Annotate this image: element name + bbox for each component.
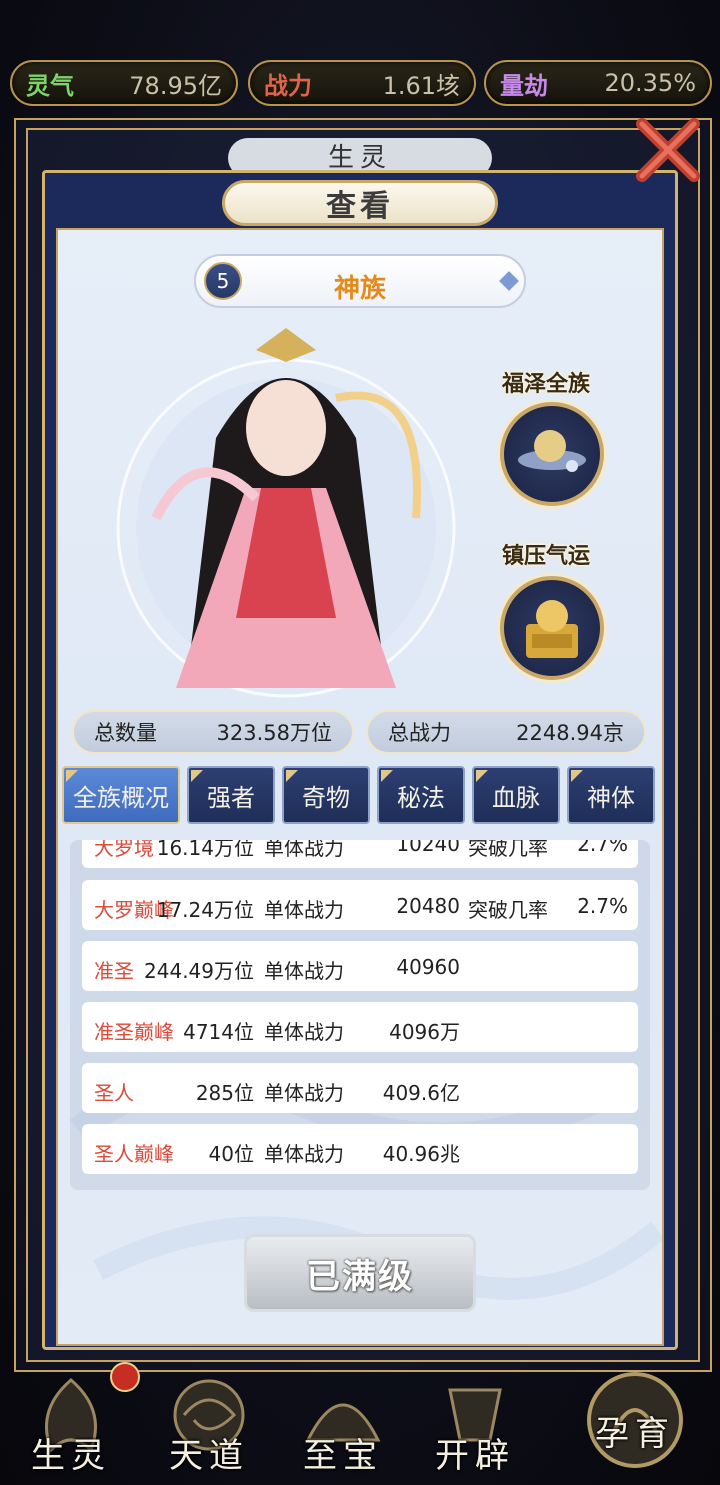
power-value: 4096万 xyxy=(389,1020,460,1044)
resource-label: 战力 xyxy=(264,71,312,100)
race-selector[interactable]: 5 神族 xyxy=(194,254,526,308)
resource-liangjie: 量劫 20.35% xyxy=(484,60,712,106)
realm-count: 285位 xyxy=(195,1081,254,1105)
tab-corner-mark xyxy=(66,770,78,782)
nav-nurture[interactable]: 孕育 xyxy=(560,1370,710,1485)
power-label: 单体战力 xyxy=(264,1142,344,1166)
tab-treasures[interactable]: 奇物 xyxy=(282,766,370,824)
power-value: 409.6亿 xyxy=(382,1081,460,1105)
list-item: 准圣 244.49万位 单体战力 40960 xyxy=(82,941,638,991)
break-value: 2.7% xyxy=(577,894,628,918)
notification-dot xyxy=(110,1362,140,1392)
tab-corner-mark xyxy=(476,770,488,782)
tab-experts[interactable]: 强者 xyxy=(187,766,275,824)
resource-lingqi: 灵气 78.95亿 xyxy=(10,60,238,106)
tab-bloodline[interactable]: 血脉 xyxy=(472,766,560,824)
tab-overview[interactable]: 全族概况 xyxy=(62,766,180,824)
break-label: 突破几率 xyxy=(468,840,548,860)
power-value: 20480 xyxy=(396,894,460,918)
break-label: 突破几率 xyxy=(468,898,548,922)
realm-count: 16.14万位 xyxy=(156,840,254,860)
tab-corner-mark xyxy=(191,770,203,782)
power-label: 单体战力 xyxy=(264,959,344,983)
nav-treasure[interactable]: 至宝 xyxy=(278,1370,408,1485)
tab-label: 强者 xyxy=(207,783,255,812)
power-label: 单体战力 xyxy=(264,1020,344,1044)
skill-label: 镇压气运 xyxy=(502,544,591,569)
realm-count: 17.24万位 xyxy=(156,898,254,922)
list-item: 准圣巅峰 4714位 单体战力 4096万 xyxy=(82,1002,638,1052)
race-name: 神族 xyxy=(333,274,386,304)
tab-corner-mark xyxy=(286,770,298,782)
power-label: 单体战力 xyxy=(264,840,344,860)
dialog-title: 查看 xyxy=(222,180,498,226)
resource-label: 灵气 xyxy=(26,71,74,100)
total-power: 总战力 2248.94京 xyxy=(366,710,646,754)
tab-label: 神体 xyxy=(587,783,635,812)
list-item: 大罗巅峰 17.24万位 单体战力 20480 突破几率 2.7% xyxy=(82,880,638,930)
power-value: 40960 xyxy=(396,955,460,979)
max-level-button[interactable]: 已满级 xyxy=(244,1234,476,1312)
planet-icon[interactable] xyxy=(500,402,604,506)
tab-divine-body[interactable]: 神体 xyxy=(567,766,655,824)
nav-heaven-dao[interactable]: 天道 xyxy=(144,1370,274,1485)
realm-count: 40位 xyxy=(208,1142,254,1166)
skill-label: 福泽全族 xyxy=(502,372,591,397)
resource-value: 78.95亿 xyxy=(129,71,222,100)
total-count: 总数量 323.58万位 xyxy=(72,710,354,754)
list-item: 圣人巅峰 40位 单体战力 40.96兆 xyxy=(82,1124,638,1174)
nav-label: 开辟 xyxy=(435,1436,515,1476)
realm-name: 准圣巅峰 xyxy=(94,1020,174,1044)
realm-name: 准圣 xyxy=(94,959,134,983)
total-power-label: 总战力 xyxy=(388,721,451,745)
tab-label: 秘法 xyxy=(397,783,445,812)
realm-name: 圣人巅峰 xyxy=(94,1142,174,1166)
nav-creation[interactable]: 开辟 xyxy=(410,1370,540,1485)
total-count-value: 323.58万位 xyxy=(216,721,332,745)
tab-corner-mark xyxy=(571,770,583,782)
list-item: 圣人 285位 单体战力 409.6亿 xyxy=(82,1063,638,1113)
character-portrait xyxy=(116,328,456,698)
resource-value: 20.35% xyxy=(604,69,696,97)
break-value: 2.7% xyxy=(577,840,628,856)
close-icon[interactable] xyxy=(628,110,708,190)
list-item: 大罗境 16.14万位 单体战力 10240 突破几率 2.7% xyxy=(82,840,638,868)
tab-corner-mark xyxy=(381,770,393,782)
tab-label: 血脉 xyxy=(492,783,540,812)
power-label: 单体战力 xyxy=(264,1081,344,1105)
realm-count: 244.49万位 xyxy=(144,959,254,983)
nav-label: 孕育 xyxy=(595,1414,675,1454)
power-label: 单体战力 xyxy=(264,898,344,922)
resource-value: 1.61垓 xyxy=(382,71,460,100)
realm-name: 大罗境 xyxy=(94,840,154,860)
power-value: 10240 xyxy=(396,840,460,856)
total-power-value: 2248.94京 xyxy=(516,721,624,745)
nav-label: 天道 xyxy=(169,1436,249,1476)
tab-label: 全族概况 xyxy=(73,783,169,812)
golden-seal-icon[interactable] xyxy=(500,576,604,680)
tab-secret-arts[interactable]: 秘法 xyxy=(377,766,465,824)
realm-list[interactable]: 大罗境 16.14万位 单体战力 10240 突破几率 2.7% 大罗巅峰 17… xyxy=(70,840,650,1190)
realm-count: 4714位 xyxy=(183,1020,254,1044)
nav-creatures[interactable]: 生灵 xyxy=(6,1362,140,1485)
power-value: 40.96兆 xyxy=(382,1142,460,1166)
nav-label: 至宝 xyxy=(303,1436,383,1476)
resource-label: 量劫 xyxy=(500,71,548,100)
tab-label: 奇物 xyxy=(302,783,350,812)
realm-name: 圣人 xyxy=(94,1081,134,1105)
nav-label: 生灵 xyxy=(31,1436,111,1476)
total-count-label: 总数量 xyxy=(94,721,157,745)
resource-power: 战力 1.61垓 xyxy=(248,60,476,106)
